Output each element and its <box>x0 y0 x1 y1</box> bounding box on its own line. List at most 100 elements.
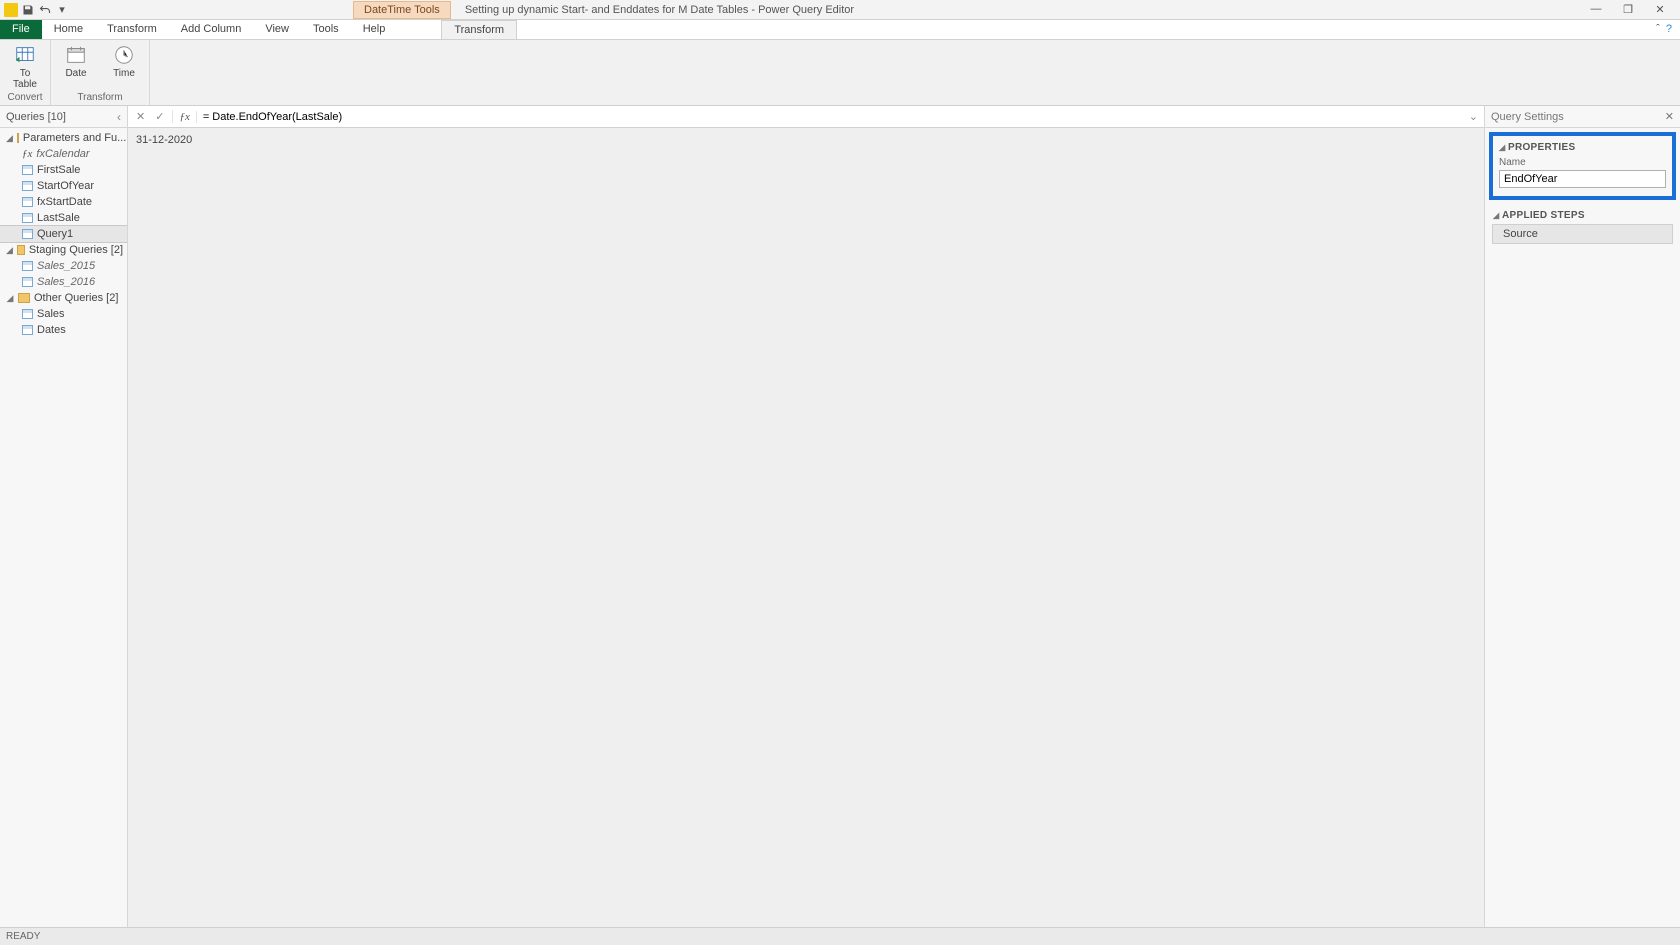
query-item[interactable]: ƒxfxCalendar <box>0 146 127 162</box>
table-icon <box>22 261 33 271</box>
queries-header: Queries [10] ‹ <box>0 106 127 128</box>
tab-context-transform[interactable]: Transform <box>441 20 517 39</box>
ribbon-group-convert: To Table Convert <box>0 40 51 105</box>
applied-step[interactable]: Source <box>1493 225 1672 243</box>
query-label: Sales <box>37 308 65 320</box>
queries-tree[interactable]: ◢Parameters and Fu...ƒxfxCalendarFirstSa… <box>0 128 127 927</box>
query-item[interactable]: FirstSale <box>0 162 127 178</box>
redo-icon[interactable]: ▾ <box>55 3 69 17</box>
applied-steps-title: APPLIED STEPS <box>1493 210 1672 221</box>
query-group[interactable]: ◢ Staging Queries [2] <box>0 242 127 258</box>
query-group[interactable]: ◢ Other Queries [2] <box>0 290 127 306</box>
folder-icon <box>17 133 19 143</box>
ribbon-collapse-icon[interactable]: ˆ ? <box>1648 20 1680 39</box>
window-title: Setting up dynamic Start- and Enddates f… <box>465 4 854 16</box>
table-icon <box>22 165 33 175</box>
tab-transform[interactable]: Transform <box>95 20 169 39</box>
group-label-convert: Convert <box>7 92 42 105</box>
statusbar: READY <box>0 927 1680 945</box>
group-label-transform: Transform <box>77 92 122 105</box>
table-icon <box>22 277 33 287</box>
query-item[interactable]: Query1 <box>0 226 127 242</box>
ribbon-tabs: File Home Transform Add Column View Tool… <box>0 20 1680 40</box>
query-item[interactable]: LastSale <box>0 210 127 226</box>
result-value: 31-12-2020 <box>136 134 192 146</box>
group-label: Other Queries [2] <box>34 292 118 304</box>
table-icon <box>22 325 33 335</box>
query-label: Dates <box>37 324 66 336</box>
center-pane: ✕ ✓ ƒx ⌄ 31-12-2020 <box>128 106 1484 927</box>
close-settings-icon[interactable]: ✕ <box>1665 110 1674 123</box>
workspace: Queries [10] ‹ ◢Parameters and Fu...ƒxfx… <box>0 106 1680 927</box>
query-item[interactable]: Sales_2016 <box>0 274 127 290</box>
query-label: Sales_2015 <box>37 260 95 272</box>
query-label: Query1 <box>37 228 73 240</box>
caret-icon: ◢ <box>6 245 13 256</box>
ribbon-group-transform: Date Time Transform <box>51 40 150 105</box>
query-label: Sales_2016 <box>37 276 95 288</box>
query-label: fxStartDate <box>37 196 92 208</box>
powerbi-logo-icon <box>4 3 18 17</box>
formula-commit-icon[interactable]: ✓ <box>155 110 164 123</box>
ribbon: To Table Convert Date Time Transform <box>0 40 1680 106</box>
undo-icon[interactable] <box>38 3 52 17</box>
table-icon <box>22 213 33 223</box>
query-item[interactable]: StartOfYear <box>0 178 127 194</box>
query-name-input[interactable] <box>1499 170 1666 188</box>
query-item[interactable]: fxStartDate <box>0 194 127 210</box>
table-icon <box>22 181 33 191</box>
to-table-button[interactable]: To Table <box>6 42 44 90</box>
formula-bar: ✕ ✓ ƒx ⌄ <box>128 106 1484 128</box>
date-label: Date <box>65 68 86 79</box>
table-icon <box>22 229 33 239</box>
calendar-icon <box>65 44 87 66</box>
query-label: FirstSale <box>37 164 80 176</box>
window-controls: — ❐ ✕ <box>1582 3 1680 16</box>
fx-icon[interactable]: ƒx <box>173 111 196 123</box>
properties-highlight: PROPERTIES Name <box>1489 132 1676 200</box>
query-label: StartOfYear <box>37 180 94 192</box>
folder-icon <box>17 245 25 255</box>
name-label: Name <box>1499 157 1666 168</box>
query-label: fxCalendar <box>36 148 89 160</box>
query-item[interactable]: Dates <box>0 322 127 338</box>
query-settings-title: Query Settings <box>1491 111 1564 123</box>
applied-steps: APPLIED STEPS Source <box>1485 204 1680 247</box>
contextual-tab-label: DateTime Tools <box>353 1 451 19</box>
query-group[interactable]: ◢Parameters and Fu... <box>0 130 127 146</box>
tab-help[interactable]: Help <box>351 20 398 39</box>
group-label: Parameters and Fu... <box>23 132 126 144</box>
formula-input[interactable] <box>197 111 1463 123</box>
collapse-queries-icon[interactable]: ‹ <box>117 110 121 124</box>
table-icon <box>22 197 33 207</box>
properties-title: PROPERTIES <box>1499 142 1666 153</box>
titlebar: ▾ DateTime Tools Setting up dynamic Star… <box>0 0 1680 20</box>
to-table-icon <box>14 44 36 66</box>
caret-icon: ◢ <box>6 293 14 304</box>
minimize-button[interactable]: — <box>1582 3 1610 16</box>
formula-cancel-icon[interactable]: ✕ <box>136 110 145 123</box>
time-button[interactable]: Time <box>105 42 143 79</box>
tab-view[interactable]: View <box>253 20 301 39</box>
to-table-label: To Table <box>13 68 37 90</box>
maximize-button[interactable]: ❐ <box>1614 3 1642 16</box>
close-button[interactable]: ✕ <box>1646 3 1674 16</box>
query-settings-pane: Query Settings ✕ PROPERTIES Name APPLIED… <box>1484 106 1680 927</box>
queries-pane: Queries [10] ‹ ◢Parameters and Fu...ƒxfx… <box>0 106 128 927</box>
status-text: READY <box>6 931 40 942</box>
group-label: Staging Queries [2] <box>29 244 123 256</box>
tab-add-column[interactable]: Add Column <box>169 20 254 39</box>
query-label: LastSale <box>37 212 80 224</box>
table-icon <box>22 309 33 319</box>
query-settings-header: Query Settings ✕ <box>1485 106 1680 128</box>
result-area: 31-12-2020 <box>128 128 1484 927</box>
date-button[interactable]: Date <box>57 42 95 79</box>
save-icon[interactable] <box>21 3 35 17</box>
query-item[interactable]: Sales_2015 <box>0 258 127 274</box>
query-item[interactable]: Sales <box>0 306 127 322</box>
tab-home[interactable]: Home <box>42 20 95 39</box>
formula-expand-icon[interactable]: ⌄ <box>1463 110 1484 123</box>
tab-tools[interactable]: Tools <box>301 20 351 39</box>
quick-access-toolbar: ▾ <box>0 3 73 17</box>
tab-file[interactable]: File <box>0 20 42 39</box>
